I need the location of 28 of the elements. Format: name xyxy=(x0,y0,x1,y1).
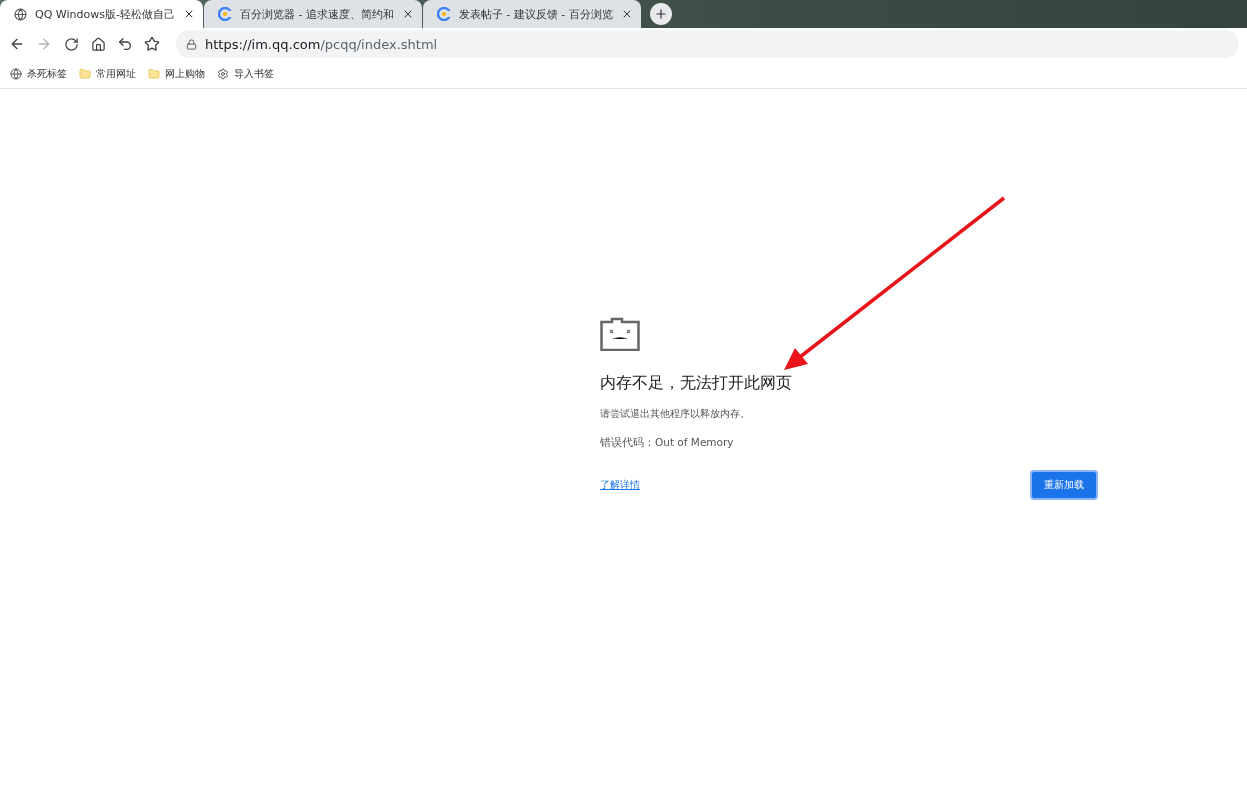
globe-icon xyxy=(14,7,27,21)
browser-tab[interactable]: QQ Windows版-轻松做自己 xyxy=(0,0,203,28)
lock-icon xyxy=(186,38,197,50)
settings-icon xyxy=(217,68,229,80)
globe-icon xyxy=(10,68,22,80)
bookmark-item[interactable]: 网上购物 xyxy=(148,67,205,81)
bookmark-item[interactable]: 导入书签 xyxy=(217,67,274,81)
reload-button[interactable] xyxy=(62,35,80,53)
browser-tab[interactable]: 百分浏览器 - 追求速度、简约和 xyxy=(203,0,422,28)
sad-folder-icon xyxy=(600,317,640,351)
learn-more-link[interactable]: 了解详情 xyxy=(600,478,640,492)
folder-icon xyxy=(148,68,160,80)
reload-page-button[interactable]: 重新加载 xyxy=(1030,470,1098,500)
browser-logo-icon xyxy=(217,7,232,21)
error-message: 请尝试退出其他程序以释放内存。 xyxy=(600,408,751,421)
plus-icon xyxy=(653,7,668,21)
bookmark-item[interactable]: 常用网址 xyxy=(79,67,136,81)
bookmark-star-button[interactable] xyxy=(143,35,161,53)
undo-button[interactable] xyxy=(116,35,134,53)
bookmark-item[interactable]: 杀死标签 xyxy=(10,67,67,81)
new-tab-button[interactable] xyxy=(649,3,672,25)
error-title: 内存不足，无法打开此网页 xyxy=(600,373,793,394)
browser-logo-icon xyxy=(436,7,451,21)
browser-tab[interactable]: 发表帖子 - 建议反馈 - 百分浏览 xyxy=(422,0,641,28)
address-field[interactable]: https://im.qq.com/pcqq/index.shtml xyxy=(176,30,1239,58)
error-code: 错误代码：Out of Memory xyxy=(600,436,735,450)
folder-icon xyxy=(79,68,91,80)
home-button[interactable] xyxy=(89,35,107,53)
